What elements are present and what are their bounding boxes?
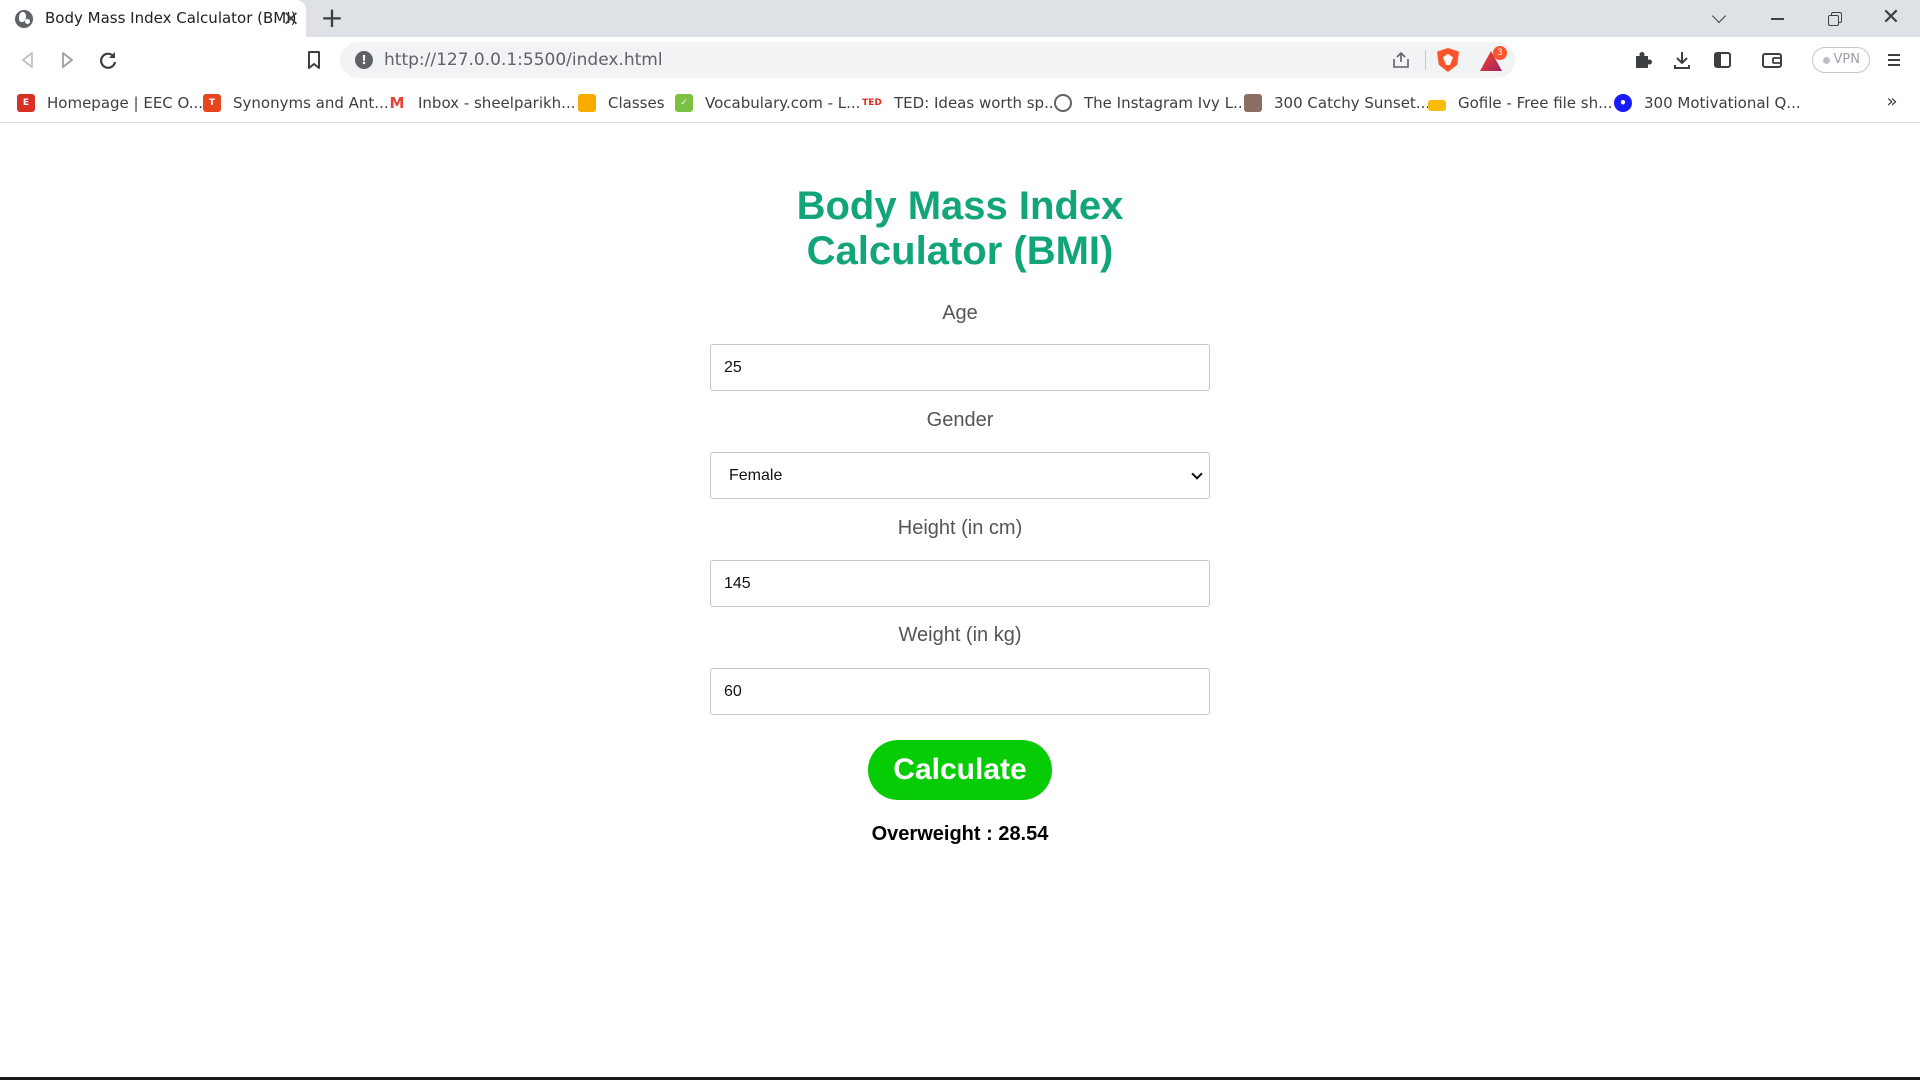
restore-button[interactable] [1819, 4, 1849, 32]
ivy-icon [1054, 94, 1072, 112]
reload-button[interactable] [94, 46, 122, 74]
share-icon[interactable] [1390, 49, 1412, 71]
sunset-icon [1244, 94, 1262, 112]
bookmark-label: Homepage | EEC O... [47, 94, 204, 112]
bmi-result: Overweight : 28.54 [871, 823, 1049, 845]
bookmark-item[interactable]: 300 Catchy Sunset... [1244, 91, 1430, 115]
calculate-button[interactable]: Calculate [868, 740, 1052, 800]
weight-label: Weight (in kg) [898, 624, 1022, 646]
bookmark-item[interactable]: ✓ Vocabulary.com - L... [675, 91, 860, 115]
classroom-icon [578, 94, 596, 112]
back-icon [22, 52, 33, 68]
bookmark-label: The Instagram Ivy L... [1084, 94, 1248, 112]
bookmark-item[interactable]: E Homepage | EEC O... [17, 91, 203, 115]
rewards-badge: 3 [1493, 46, 1507, 60]
site-info-icon[interactable]: ! [355, 51, 373, 69]
age-label: Age [942, 302, 978, 324]
sidebar-button[interactable] [1708, 46, 1736, 74]
new-tab-button[interactable]: + [320, 3, 344, 33]
brave-shields-icon[interactable] [1437, 48, 1459, 72]
bookmarks-bar: E Homepage | EEC O... T Synonyms and Ant… [0, 83, 1920, 123]
extensions-button[interactable] [1628, 46, 1656, 74]
sidebar-icon [1714, 52, 1731, 68]
forward-icon [62, 52, 73, 68]
chevron-down-icon [1711, 8, 1727, 24]
wallet-button[interactable] [1758, 46, 1786, 74]
bookmark-label: Inbox - sheelparikh... [418, 94, 576, 112]
bookmark-item[interactable]: T Synonyms and Ant... [203, 91, 389, 115]
bookmark-item[interactable]: • 300 Motivational Q... [1614, 91, 1801, 115]
page-title: Body Mass Index Calculator (BMI) [796, 184, 1124, 273]
forward-button[interactable] [53, 46, 81, 74]
tab-bmi-calculator[interactable]: Body Mass Index Calculator (BMI) × [0, 0, 306, 37]
gender-selected-value: Female [729, 467, 783, 484]
weight-input[interactable]: 60 [710, 668, 1210, 715]
age-input[interactable]: 25 [710, 344, 1210, 391]
bookmark-item[interactable]: M Inbox - sheelparikh... [388, 91, 576, 115]
bookmark-icon [308, 51, 320, 69]
address-bar[interactable]: ! http://127.0.0.1:5500/index.html 3 [340, 42, 1515, 78]
vpn-label: VPN [1833, 52, 1860, 67]
tab-search-button[interactable] [1705, 4, 1735, 32]
download-icon [1674, 52, 1690, 69]
tab-strip: Body Mass Index Calculator (BMI) × + ✕ [0, 0, 1920, 37]
more-bookmarks-icon[interactable]: » [1880, 91, 1904, 115]
bookmark-item[interactable]: TED TED: Ideas worth sp... [862, 91, 1058, 115]
main-menu-button[interactable] [1880, 46, 1908, 74]
bookmark-label: Classes [608, 94, 665, 112]
menu-icon [1888, 54, 1900, 66]
bookmark-label: TED: Ideas worth sp... [894, 94, 1059, 112]
eec-icon: E [17, 94, 35, 112]
ted-icon: TED [862, 94, 882, 112]
bookmark-label: 300 Motivational Q... [1644, 94, 1801, 112]
url-text: http://127.0.0.1:5500/index.html [384, 50, 663, 70]
bookmark-item[interactable]: The Instagram Ivy L... [1054, 91, 1247, 115]
gmail-icon: M [388, 94, 406, 112]
chevron-down-icon [1191, 468, 1203, 480]
bookmark-item[interactable]: Classes [578, 91, 665, 115]
close-window-button[interactable]: ✕ [1876, 4, 1906, 32]
motivational-icon: • [1614, 94, 1632, 112]
tab-close-icon[interactable]: × [281, 6, 301, 30]
minimize-icon [1771, 18, 1784, 20]
bookmark-item[interactable]: Gofile - Free file sh... [1428, 91, 1612, 115]
vpn-button[interactable]: VPN [1812, 47, 1870, 73]
downloads-button[interactable] [1668, 46, 1696, 74]
divider [1425, 50, 1426, 70]
puzzle-icon [1636, 52, 1652, 68]
page-content: Body Mass Index Calculator (BMI) Age 25 … [0, 124, 1920, 1078]
reload-icon [100, 52, 117, 69]
tab-title: Body Mass Index Calculator (BMI) [45, 9, 297, 27]
bookmark-label: Vocabulary.com - L... [705, 94, 861, 112]
brave-rewards-icon[interactable]: 3 [1480, 46, 1507, 71]
bookmark-button[interactable] [300, 46, 328, 74]
back-button[interactable] [14, 46, 42, 74]
gender-label: Gender [926, 409, 994, 431]
bookmark-label: 300 Catchy Sunset... [1274, 94, 1431, 112]
gofile-icon [1428, 100, 1446, 111]
minimize-button[interactable] [1762, 4, 1792, 32]
globe-icon [15, 10, 33, 28]
bookmark-label: Synonyms and Ant... [233, 94, 389, 112]
vocabulary-icon: ✓ [675, 94, 693, 112]
height-input[interactable]: 145 [710, 560, 1210, 607]
vpn-status-icon [1823, 57, 1830, 64]
wallet-icon [1762, 53, 1782, 68]
thesaurus-icon: T [203, 94, 221, 112]
height-label: Height (in cm) [897, 517, 1023, 539]
bookmark-label: Gofile - Free file sh... [1458, 94, 1613, 112]
gender-select[interactable]: Female [710, 452, 1210, 499]
browser-toolbar: ! http://127.0.0.1:5500/index.html 3 VPN [0, 37, 1920, 83]
